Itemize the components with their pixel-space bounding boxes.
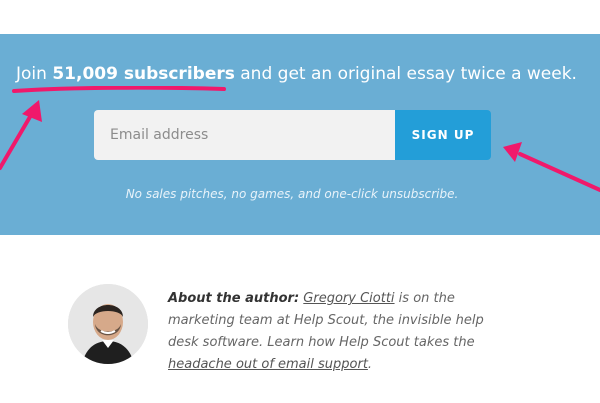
signup-headline: Join 51,009 subscribers and get an origi… [16, 64, 586, 84]
author-name-link[interactable]: Gregory Ciotti [303, 291, 394, 306]
headline-suffix: and get an original essay twice a week. [234, 64, 577, 84]
person-photo-icon [68, 284, 148, 364]
annotation-underline-icon [12, 86, 226, 93]
author-avatar [68, 284, 148, 364]
author-bio-lead: About the author: [168, 291, 300, 306]
email-support-link[interactable]: headache out of email support [168, 357, 368, 372]
signup-fineprint: No sales pitches, no games, and one-clic… [125, 187, 459, 201]
email-field[interactable] [94, 110, 395, 160]
subscriber-count: 51,009 subscribers [52, 64, 235, 84]
author-bio-end: . [367, 357, 373, 372]
author-bio: About the author: Gregory Ciotti is on t… [168, 288, 513, 376]
sign-up-button[interactable]: SIGN UP [395, 110, 491, 160]
signup-form: SIGN UP [94, 110, 491, 160]
headline-prefix: Join [16, 64, 53, 84]
